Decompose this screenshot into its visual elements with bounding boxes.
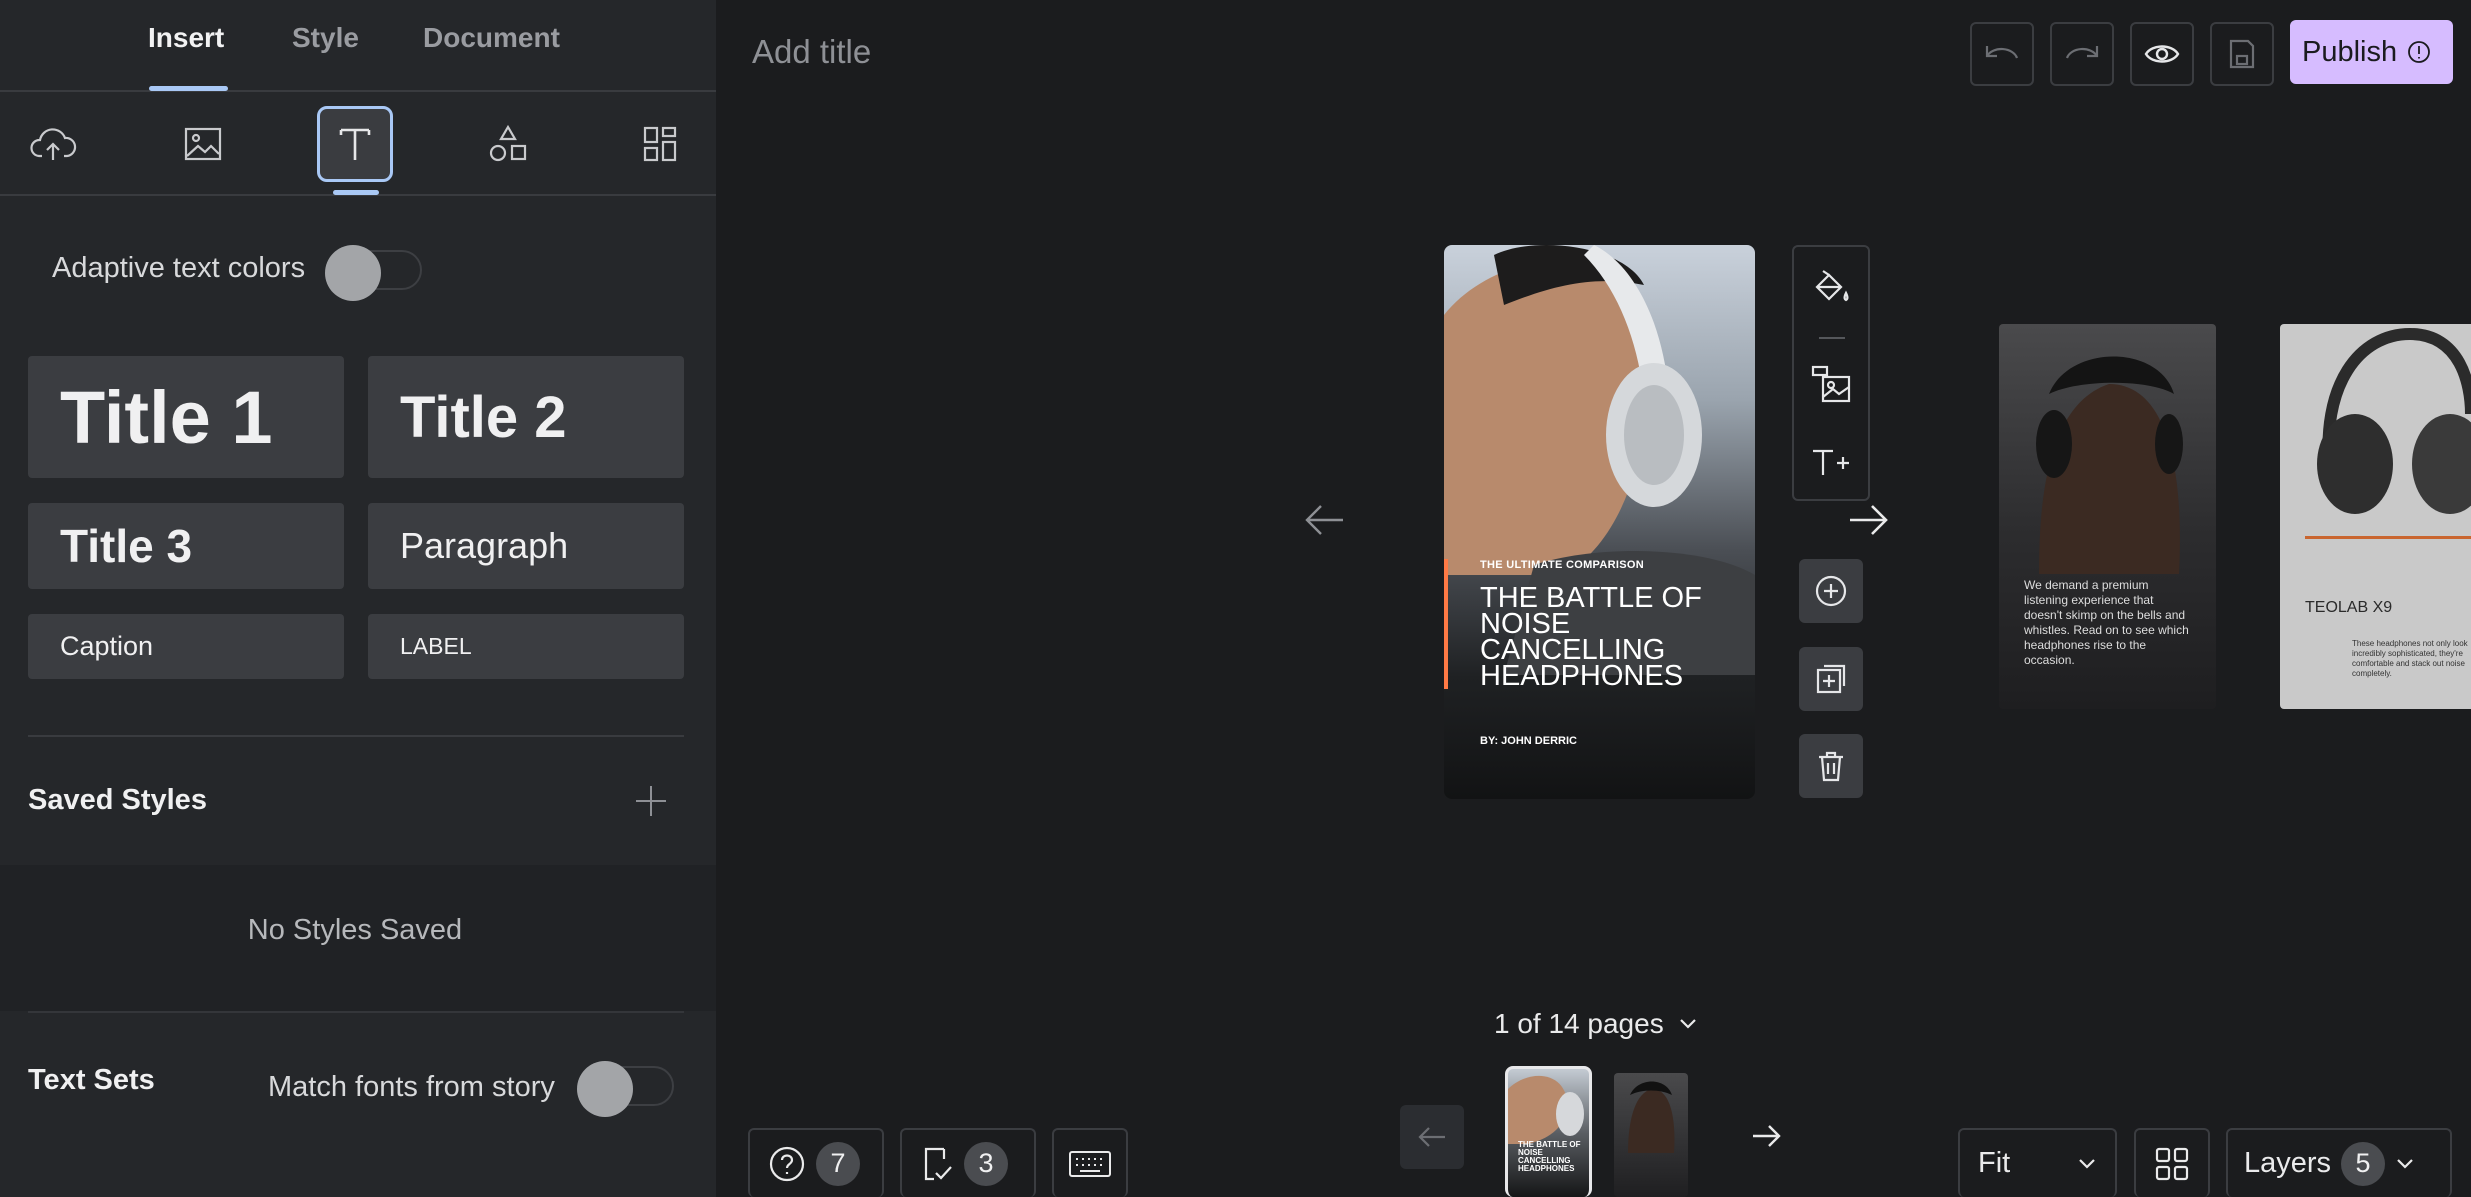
grid-view-button[interactable]	[2134, 1128, 2210, 1197]
checklist-count-badge: 3	[964, 1141, 1008, 1186]
preset-title-3[interactable]: Title 3	[28, 503, 344, 589]
layers-label: Layers	[2244, 1147, 2332, 1179]
text-icon[interactable]	[317, 106, 393, 182]
keyboard-icon	[1069, 1150, 1111, 1177]
preset-title-1[interactable]: Title 1	[28, 356, 344, 478]
story-title-input[interactable]: Add title	[752, 33, 871, 71]
add-page-button[interactable]	[1799, 559, 1863, 623]
panel-tabs: Insert Style Document	[0, 0, 716, 92]
thumbnail-2-image	[1628, 1081, 1675, 1153]
redo-icon	[2065, 46, 2099, 59]
delete-page-button[interactable]	[1799, 734, 1863, 798]
save-draft-button[interactable]	[2210, 22, 2274, 86]
page-counter-dropdown[interactable]: 1 of 14 pages	[1494, 1008, 1698, 1040]
info-icon	[2408, 41, 2431, 63]
add-style-icon[interactable]	[634, 784, 668, 818]
match-fonts-toggle[interactable]	[577, 1061, 674, 1117]
accent-bar	[1444, 559, 1448, 689]
zoom-select[interactable]: Fit	[1958, 1128, 2117, 1197]
image-icon[interactable]	[165, 106, 241, 182]
page-background-color-icon[interactable]	[1809, 265, 1853, 309]
add-text-icon[interactable]	[1809, 441, 1853, 485]
publish-button[interactable]: Publish	[2290, 20, 2453, 84]
shapes-icon[interactable]	[470, 106, 546, 182]
help-icon	[769, 1146, 805, 1181]
plus-circle-icon	[1815, 575, 1847, 607]
preset-paragraph[interactable]: Paragraph	[368, 503, 684, 589]
eye-icon	[2144, 45, 2180, 63]
upload-icon[interactable]	[15, 106, 91, 182]
story-page-third[interactable]: TEOLAB X9 These headphones not only look…	[2280, 324, 2471, 709]
saved-styles-heading: Saved Styles	[28, 784, 207, 816]
divider	[28, 735, 684, 737]
page-thumbnail-1[interactable]: THE BATTLE OF NOISE CANCELLING HEADPHONE…	[1505, 1066, 1592, 1197]
page3-accent-line	[2305, 536, 2471, 539]
page-headline: THE BATTLE OF NOISE CANCELLING HEADPHONE…	[1480, 582, 1702, 692]
duplicate-icon	[1816, 664, 1846, 694]
preset-title-2[interactable]: Title 2	[368, 356, 684, 478]
active-insert-indicator	[333, 190, 379, 195]
thumbnail-1-title: THE BATTLE OF NOISE CANCELLING HEADPHONE…	[1518, 1140, 1581, 1173]
tab-style[interactable]: Style	[292, 22, 359, 54]
grid-view-icon	[2155, 1147, 2189, 1180]
story-page-next[interactable]: We demand a premium listening experience…	[1999, 324, 2216, 709]
layers-count-badge: 5	[2341, 1141, 2386, 1186]
page-context-toolbar	[1792, 245, 1870, 501]
page2-body-text: We demand a premium listening experience…	[2024, 578, 2189, 667]
page2-photo	[2036, 356, 2183, 574]
page-subtitle: THE ULTIMATE COMPARISON	[1480, 559, 1644, 571]
checklist-icon	[924, 1147, 952, 1180]
publish-label: Publish	[2302, 35, 2398, 68]
trash-icon	[1819, 751, 1843, 782]
active-tab-indicator	[149, 86, 228, 91]
left-panel: Insert Style Document Adaptive text colo…	[0, 0, 716, 1197]
story-editor: Insert Style Document Adaptive text colo…	[0, 0, 2471, 1197]
grid-icon[interactable]	[622, 106, 698, 182]
match-fonts-label: Match fonts from story	[268, 1071, 555, 1103]
undo-icon	[1985, 46, 2019, 59]
preset-caption[interactable]: Caption	[28, 614, 344, 679]
tab-document[interactable]: Document	[423, 22, 560, 54]
adaptive-text-colors-label: Adaptive text colors	[52, 252, 306, 284]
thumbnail-next-arrow-icon[interactable]	[1750, 1120, 1782, 1152]
insert-toolbar	[0, 94, 716, 196]
toolbar-divider	[1819, 337, 1845, 339]
story-page-current[interactable]: THE ULTIMATE COMPARISON THE BATTLE OF NO…	[1444, 245, 1755, 799]
thumbnail-prev-button[interactable]	[1400, 1105, 1464, 1169]
thumbnail-1-image	[1508, 1075, 1584, 1144]
arrow-left-icon	[1418, 1127, 1445, 1147]
checklist-button[interactable]: 3	[900, 1128, 1036, 1197]
undo-button[interactable]	[1970, 22, 2034, 86]
preset-label[interactable]: LABEL	[368, 614, 684, 679]
toggle-knob	[325, 245, 381, 301]
help-count-badge: 7	[816, 1141, 860, 1186]
page3-body-text: These headphones not only look incredibl…	[2352, 639, 2468, 678]
chevron-down-icon	[1679, 1019, 1696, 1029]
page3-product-image	[2317, 327, 2471, 514]
page3-title: TEOLAB X9	[2305, 599, 2393, 616]
toggle-knob	[577, 1061, 633, 1117]
zoom-value: Fit	[1978, 1147, 2011, 1179]
preview-button[interactable]	[2130, 22, 2194, 86]
replace-background-image-icon[interactable]	[1809, 363, 1853, 407]
page-thumbnail-2[interactable]	[1614, 1073, 1688, 1197]
no-styles-saved-text: No Styles Saved	[247, 914, 463, 946]
text-sets-heading: Text Sets	[28, 1064, 155, 1096]
adaptive-text-colors-toggle[interactable]	[325, 245, 422, 301]
layers-panel-toggle[interactable]: Layers 5	[2226, 1128, 2452, 1197]
chevron-down-icon	[2079, 1158, 2095, 1169]
save-icon	[2229, 39, 2255, 69]
previous-page-arrow-icon[interactable]	[1303, 498, 1347, 542]
chevron-down-icon	[2397, 1158, 2413, 1169]
redo-button[interactable]	[2050, 22, 2114, 86]
tab-insert[interactable]: Insert	[148, 22, 224, 54]
divider	[28, 1011, 684, 1013]
duplicate-page-button[interactable]	[1799, 647, 1863, 711]
keyboard-shortcuts-button[interactable]	[1052, 1128, 1128, 1197]
help-center-button[interactable]: 7	[748, 1128, 884, 1197]
page-byline: BY: JOHN DERRIC	[1480, 735, 1577, 747]
page-counter-label: 1 of 14 pages	[1494, 1008, 1664, 1039]
next-page-arrow-icon[interactable]	[1846, 498, 1890, 542]
